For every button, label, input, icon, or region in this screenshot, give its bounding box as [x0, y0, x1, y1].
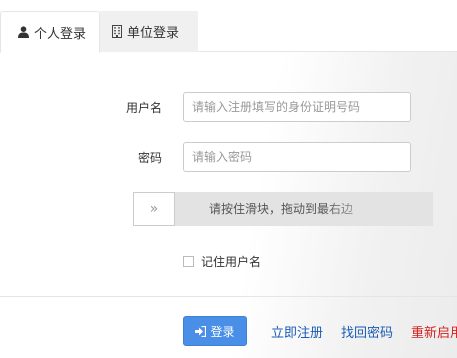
password-input[interactable]: [183, 142, 411, 172]
tab-organization-login[interactable]: 单位登录: [100, 11, 198, 52]
user-icon: [18, 26, 29, 38]
slider-captcha[interactable]: 请按住滑块，拖动到最右边 »: [133, 192, 433, 226]
username-input[interactable]: [183, 92, 411, 122]
register-link[interactable]: 立即注册: [271, 322, 323, 341]
remember-username-label: 记住用户名: [201, 255, 262, 269]
form-divider: [0, 296, 457, 297]
tab-organization-login-label: 单位登录: [127, 26, 180, 41]
remember-username[interactable]: 记住用户名: [183, 253, 261, 270]
tab-personal-login[interactable]: 个人登录: [0, 11, 100, 53]
login-button-label: 登录: [210, 324, 235, 339]
recover-password-link[interactable]: 找回密码: [341, 322, 393, 341]
slider-handle[interactable]: »: [133, 192, 175, 226]
remember-username-checkbox[interactable]: [183, 256, 194, 267]
sign-in-icon: [195, 325, 207, 337]
slider-shine: [323, 192, 433, 226]
password-label: 密码: [137, 151, 162, 165]
reactivate-link[interactable]: 重新启用: [411, 322, 457, 341]
login-tabs: 个人登录 单位登录: [0, 0, 457, 53]
login-button[interactable]: 登录: [183, 316, 247, 346]
username-label: 用户名: [125, 101, 162, 115]
tab-personal-login-label: 个人登录: [34, 26, 87, 42]
building-icon: [112, 25, 122, 38]
double-chevron-right-icon: »: [149, 201, 159, 217]
